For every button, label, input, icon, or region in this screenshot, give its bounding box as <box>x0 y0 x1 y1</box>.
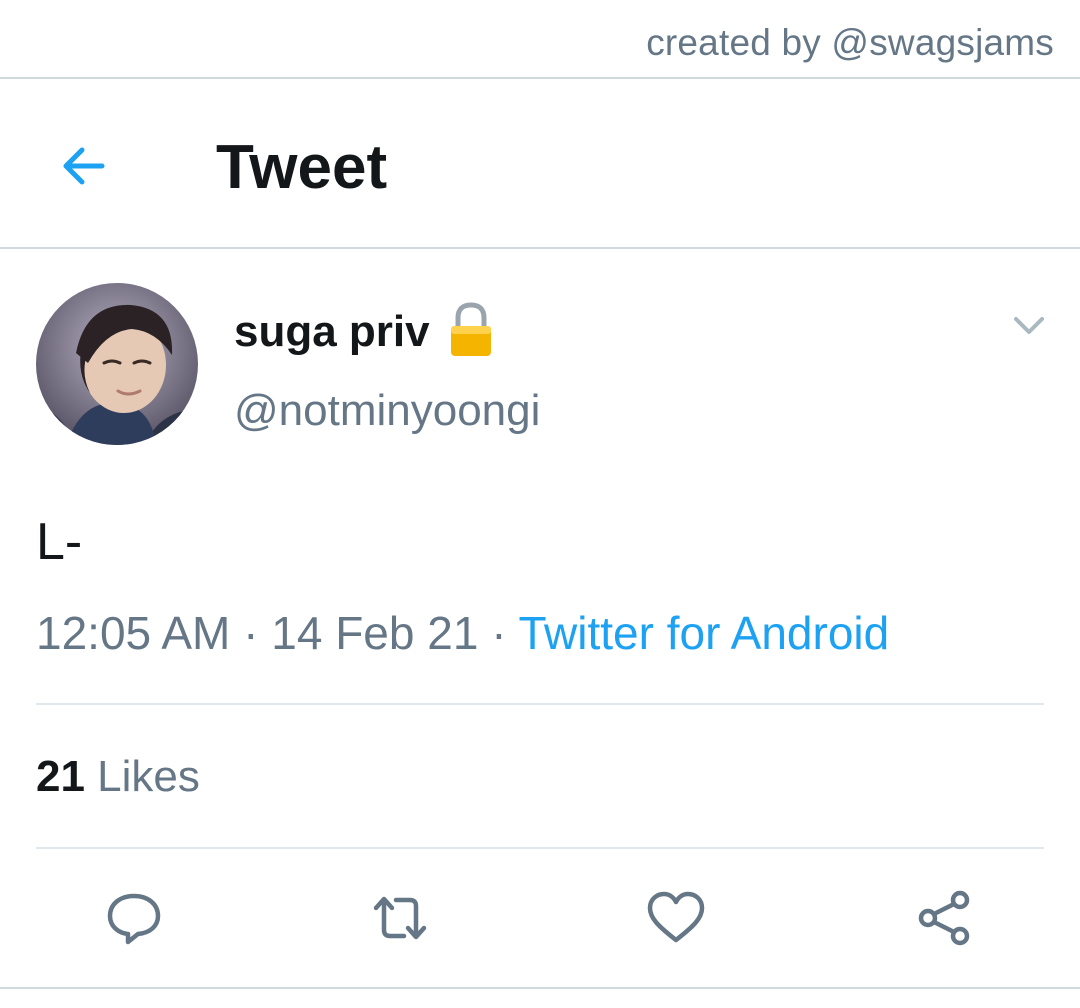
back-button[interactable] <box>56 138 112 194</box>
author-handle[interactable]: @notminyoongi <box>234 386 540 436</box>
likes-count: 21 <box>36 752 85 801</box>
page-title: Tweet <box>216 133 388 202</box>
likes-label: Likes <box>84 752 200 801</box>
tweet-detail-screen: created by @swagsjams Tweet suga priv @n… <box>0 0 1080 1008</box>
meta-separator: · <box>478 607 519 659</box>
tweet-metadata: 12:05 AM · 14 Feb 21 · Twitter for Andro… <box>36 606 889 660</box>
tweet-source-link[interactable]: Twitter for Android <box>518 607 889 659</box>
reply-button[interactable] <box>102 886 166 950</box>
like-button[interactable] <box>644 886 708 950</box>
watermark: created by @swagsjams <box>646 22 1054 63</box>
divider-top <box>0 77 1080 79</box>
retweet-icon <box>373 896 427 940</box>
tweet-date: 14 Feb 21 <box>271 607 479 659</box>
meta-separator: · <box>230 607 272 659</box>
divider <box>36 847 1044 849</box>
author-display-name: suga priv <box>234 307 430 356</box>
share-icon <box>918 890 970 946</box>
lock-icon <box>450 302 491 356</box>
avatar-image <box>36 283 198 445</box>
share-button[interactable] <box>912 886 976 950</box>
divider-bottom <box>0 987 1080 989</box>
chevron-down-icon <box>1014 317 1044 334</box>
heart-icon <box>647 891 705 943</box>
tweet-text: L- <box>36 513 83 571</box>
tweet-time: 12:05 AM <box>36 607 231 659</box>
avatar[interactable] <box>36 283 198 445</box>
likes-stat[interactable]: 21 Likes <box>36 752 200 802</box>
comment-icon <box>107 893 161 945</box>
arrow-left-icon <box>63 147 105 185</box>
header-divider <box>0 247 1080 249</box>
divider <box>36 703 1044 705</box>
author-display-name-row[interactable]: suga priv <box>234 302 494 358</box>
more-options-button[interactable] <box>1010 310 1048 340</box>
retweet-button[interactable] <box>368 886 432 950</box>
